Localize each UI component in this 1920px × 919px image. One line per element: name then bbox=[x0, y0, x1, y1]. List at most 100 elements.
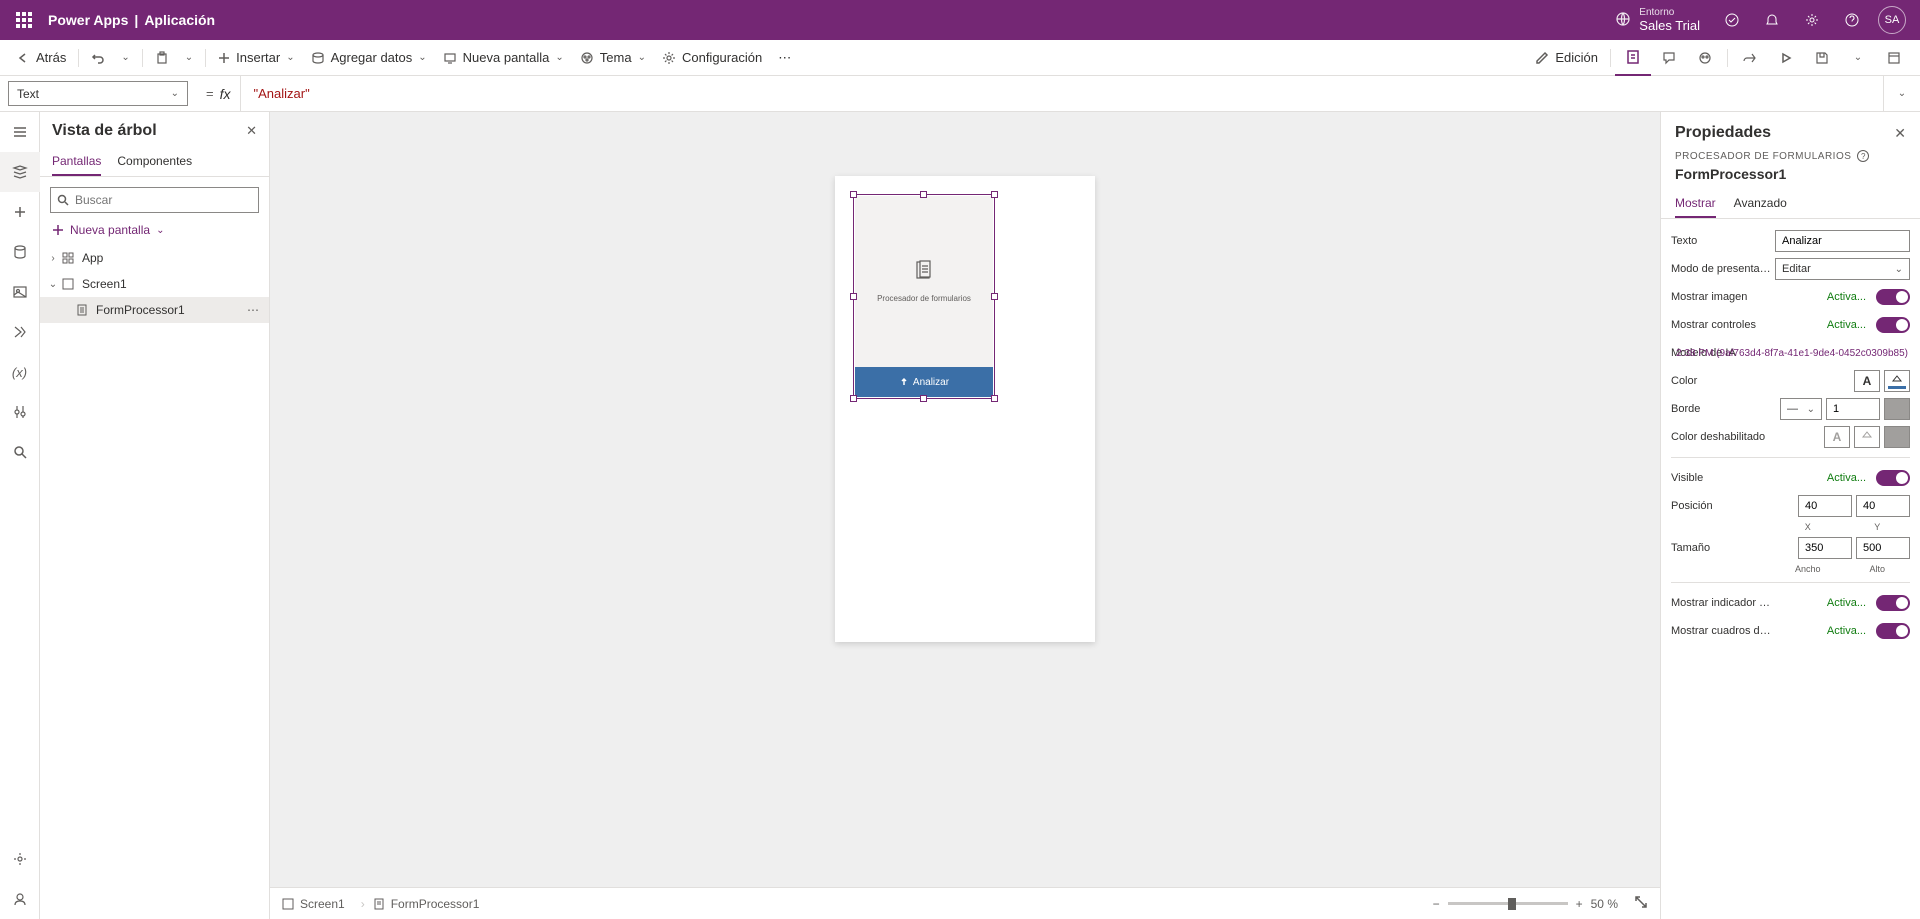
props-close[interactable]: ✕ bbox=[1894, 125, 1906, 142]
zoom-out[interactable]: − bbox=[1433, 897, 1440, 911]
environment-picker[interactable]: EntornoSales Trial bbox=[1615, 8, 1700, 33]
prop-disabled-border[interactable] bbox=[1884, 426, 1910, 448]
prop-label-size: Tamaño bbox=[1671, 542, 1775, 554]
plus-icon bbox=[52, 224, 64, 236]
new-screen-button[interactable]: Nueva pantalla⌄ bbox=[435, 40, 572, 75]
formula-input[interactable]: "Analizar" bbox=[241, 76, 1884, 111]
prop-label-border: Borde bbox=[1671, 403, 1775, 415]
fit-to-window[interactable] bbox=[1634, 895, 1648, 912]
tree-close[interactable]: ✕ bbox=[246, 123, 257, 139]
design-canvas[interactable]: Procesador de formularios Analizar bbox=[270, 112, 1660, 887]
search-icon bbox=[57, 194, 69, 206]
publish-button[interactable] bbox=[1876, 40, 1912, 76]
plus-icon bbox=[218, 52, 230, 64]
waffle-icon bbox=[16, 12, 32, 28]
breadcrumb-screen[interactable]: Screen1 bbox=[282, 897, 345, 911]
rail-virtual-agent[interactable] bbox=[0, 879, 40, 919]
prop-showimage-toggle[interactable] bbox=[1876, 289, 1910, 305]
tree-search-input[interactable] bbox=[75, 193, 252, 207]
prop-displaymode-select[interactable]: Editar⌄ bbox=[1775, 258, 1910, 280]
rail-media[interactable] bbox=[0, 272, 40, 312]
back-arrow-icon bbox=[16, 51, 30, 65]
prop-disabled-fill[interactable] bbox=[1854, 426, 1880, 448]
upload-icon bbox=[899, 377, 909, 387]
tree-search[interactable] bbox=[50, 187, 259, 213]
rail-data[interactable] bbox=[0, 232, 40, 272]
tree-item-formprocessor1[interactable]: FormProcessor1 ⋯ bbox=[40, 297, 269, 323]
rail-hamburger[interactable] bbox=[0, 112, 40, 152]
prop-bordercolor-swatch[interactable] bbox=[1884, 398, 1910, 420]
prop-label-visible: Visible bbox=[1671, 472, 1775, 484]
breadcrumb-control[interactable]: FormProcessor1 bbox=[373, 897, 480, 911]
edit-mode-button[interactable]: Edición bbox=[1527, 50, 1606, 65]
preview-button[interactable] bbox=[1768, 40, 1804, 76]
prop-fillcolor-swatch[interactable] bbox=[1884, 370, 1910, 392]
help-icon[interactable] bbox=[1832, 0, 1872, 40]
tree-item-more[interactable]: ⋯ bbox=[243, 303, 263, 317]
rail-power-automate[interactable] bbox=[0, 312, 40, 352]
prop-height-input[interactable] bbox=[1856, 537, 1910, 559]
tree-new-screen[interactable]: Nueva pantalla⌄ bbox=[40, 219, 269, 245]
prop-borderwidth-input[interactable] bbox=[1826, 398, 1880, 420]
rail-search[interactable] bbox=[0, 432, 40, 472]
prop-showboxes-toggle[interactable] bbox=[1876, 623, 1910, 639]
property-selector[interactable]: Text⌄ bbox=[8, 81, 188, 106]
prop-showcontrols-toggle[interactable] bbox=[1876, 317, 1910, 333]
canvas-screen[interactable]: Procesador de formularios Analizar bbox=[835, 176, 1095, 642]
user-avatar[interactable]: SA bbox=[1872, 0, 1912, 40]
prop-modelia-value[interactable]: 2:38 PM (9af763d4-8f7a-41e1-9de4-0452c03… bbox=[1676, 348, 1908, 359]
props-tab-show[interactable]: Mostrar bbox=[1675, 190, 1716, 218]
theme-button[interactable]: Tema⌄ bbox=[572, 40, 654, 75]
prop-borderstyle-select[interactable]: —⌄ bbox=[1780, 398, 1822, 420]
props-tab-advanced[interactable]: Avanzado bbox=[1734, 190, 1787, 218]
prop-fontcolor-swatch[interactable]: A bbox=[1854, 370, 1880, 392]
rail-variables[interactable]: (x) bbox=[0, 352, 40, 392]
brand: Power Apps|Aplicación bbox=[48, 12, 215, 28]
prop-disabled-fontcolor[interactable]: A bbox=[1824, 426, 1850, 448]
properties-toggle[interactable] bbox=[1615, 40, 1651, 76]
undo-menu[interactable]: ⌄ bbox=[113, 40, 137, 75]
prop-showindicator-toggle[interactable] bbox=[1876, 595, 1910, 611]
prop-text-input[interactable] bbox=[1775, 230, 1910, 252]
zoom-slider[interactable] bbox=[1448, 902, 1568, 905]
save-button[interactable] bbox=[1804, 40, 1840, 76]
tab-screens[interactable]: Pantallas bbox=[52, 148, 101, 176]
paste-button[interactable] bbox=[147, 40, 177, 75]
formula-expand[interactable]: ⌄ bbox=[1884, 76, 1920, 111]
app-launcher[interactable] bbox=[8, 4, 40, 36]
zoom-in[interactable]: + bbox=[1576, 897, 1583, 911]
rail-settings[interactable] bbox=[0, 839, 40, 879]
tree-title: Vista de árbol bbox=[52, 122, 157, 140]
more-commands[interactable]: ⋯ bbox=[770, 40, 799, 75]
prop-width-input[interactable] bbox=[1798, 537, 1852, 559]
save-menu[interactable]: ⌄ bbox=[1840, 40, 1876, 76]
props-help-icon[interactable]: ? bbox=[1857, 150, 1869, 162]
prop-y-input[interactable] bbox=[1856, 495, 1910, 517]
insert-button[interactable]: Insertar⌄ bbox=[210, 40, 302, 75]
copilot-toggle[interactable] bbox=[1687, 40, 1723, 76]
props-control-name[interactable]: FormProcessor1 bbox=[1661, 162, 1920, 190]
app-icon bbox=[60, 252, 76, 264]
prop-x-input[interactable] bbox=[1798, 495, 1852, 517]
selected-control[interactable]: Procesador de formularios Analizar bbox=[853, 194, 995, 399]
rail-insert[interactable] bbox=[0, 192, 40, 232]
notifications-icon[interactable] bbox=[1752, 0, 1792, 40]
rail-tree-view[interactable] bbox=[0, 152, 40, 192]
add-data-button[interactable]: Agregar datos⌄ bbox=[303, 40, 435, 75]
document-icon bbox=[913, 260, 935, 288]
settings-icon[interactable] bbox=[1792, 0, 1832, 40]
tree-item-app[interactable]: › App bbox=[40, 245, 269, 271]
back-button[interactable]: Atrás bbox=[8, 40, 74, 75]
rail-advanced-tools[interactable] bbox=[0, 392, 40, 432]
undo-button[interactable] bbox=[83, 40, 113, 75]
tree-item-screen1[interactable]: ⌄ Screen1 bbox=[40, 271, 269, 297]
comments-toggle[interactable] bbox=[1651, 40, 1687, 76]
share-button[interactable] bbox=[1732, 40, 1768, 76]
prop-visible-toggle[interactable] bbox=[1876, 470, 1910, 486]
form-icon bbox=[74, 304, 90, 316]
tab-components[interactable]: Componentes bbox=[117, 148, 192, 176]
paste-menu[interactable]: ⌄ bbox=[177, 40, 201, 75]
settings-button[interactable]: Configuración bbox=[654, 40, 770, 75]
diagnostics-icon[interactable] bbox=[1712, 0, 1752, 40]
analyze-button[interactable]: Analizar bbox=[855, 367, 993, 397]
